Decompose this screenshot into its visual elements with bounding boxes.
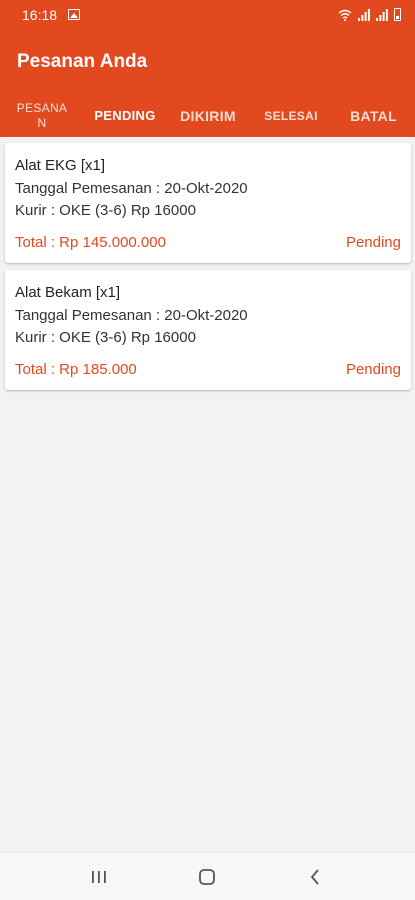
tab-pesanan[interactable]: PESANA N <box>0 94 84 137</box>
order-courier: Kurir : OKE (3-6) Rp 16000 <box>15 202 196 219</box>
order-date: Tanggal Pemesanan : 20-Okt-2020 <box>15 307 248 324</box>
order-status: Pending <box>345 234 401 251</box>
order-total: Total : Rp 145.000.000 <box>15 234 166 251</box>
order-courier: Kurir : OKE (3-6) Rp 16000 <box>15 329 196 346</box>
order-date: Tanggal Pemesanan : 20-Okt-2020 <box>15 180 248 197</box>
tab-batal[interactable]: BATAL <box>332 94 415 137</box>
status-icons <box>338 8 401 21</box>
battery-icon <box>394 8 401 21</box>
order-total: Total : Rp 185.000 <box>15 361 137 378</box>
back-button[interactable] <box>300 863 330 891</box>
recent-apps-icon <box>92 871 106 883</box>
back-icon <box>310 869 319 885</box>
order-card[interactable]: Alat Bekam [x1] Tanggal Pemesanan : 20-O… <box>5 270 411 390</box>
wifi-icon <box>338 9 352 21</box>
tab-selesai[interactable]: SELESAI <box>250 94 332 137</box>
tab-pending[interactable]: PENDING <box>84 94 166 137</box>
status-time: 16:18 <box>22 7 58 23</box>
order-item-name: Alat EKG [x1] <box>15 157 106 174</box>
home-icon <box>199 869 215 885</box>
status-bar: 16:18 <box>0 0 415 32</box>
signal-icon <box>358 9 370 21</box>
tab-dikirim[interactable]: DIKIRIM <box>166 94 250 137</box>
order-item-name: Alat Bekam [x1] <box>15 284 121 301</box>
order-card[interactable]: Alat EKG [x1] Tanggal Pemesanan : 20-Okt… <box>5 143 411 263</box>
order-status: Pending <box>345 361 401 378</box>
tab-label: SELESAI <box>264 108 318 123</box>
home-button[interactable] <box>192 863 222 891</box>
order-tabs: PESANA N PENDING DIKIRIM SELESAI BATAL <box>0 94 415 137</box>
tab-label: PESANA N <box>16 100 68 130</box>
tab-label: DIKIRIM <box>180 107 236 124</box>
signal-icon <box>376 9 388 21</box>
page-title: Pesanan Anda <box>17 51 148 72</box>
system-nav-bar <box>0 852 415 900</box>
tab-label: PENDING <box>94 108 156 123</box>
tab-label: BATAL <box>350 107 397 124</box>
recent-apps-button[interactable] <box>84 863 114 891</box>
app-bar: Pesanan Anda PESANA N PENDING DIKIRIM SE… <box>0 32 415 137</box>
image-icon <box>68 9 80 20</box>
